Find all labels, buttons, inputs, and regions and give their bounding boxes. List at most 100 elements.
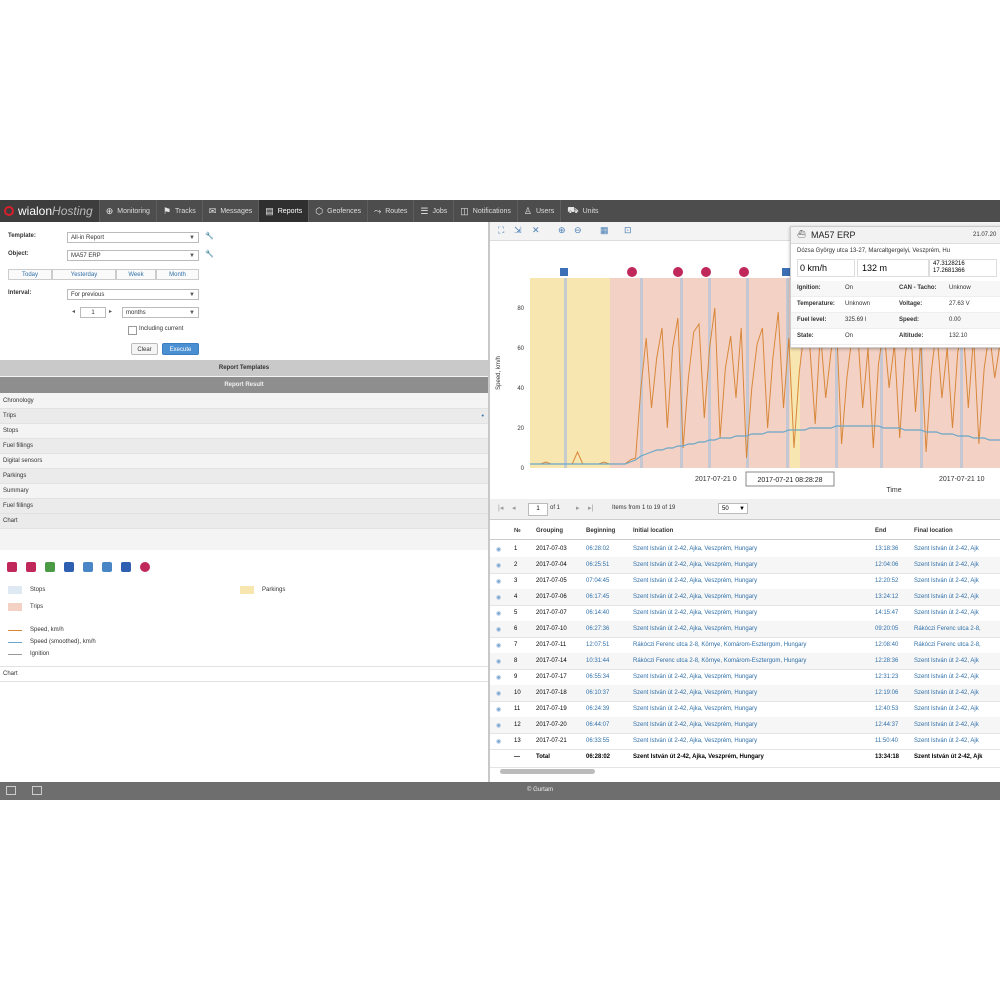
table-cell[interactable]: 06:24:39 [586, 706, 609, 712]
table-cell[interactable]: Szent István út 2-42, Ajka, Veszprém, Hu… [633, 722, 757, 728]
table-cell[interactable]: 12:28:36 [875, 658, 898, 664]
col-initial-location-header[interactable]: Initial location [633, 528, 673, 534]
nav-item-notifications[interactable]: ◫ Notifications [453, 200, 517, 222]
table-cell[interactable]: 06:55:34 [586, 674, 609, 680]
view-on-map-icon[interactable]: ◉ [496, 706, 501, 713]
increment-icon[interactable]: ▸ [109, 308, 112, 315]
first-page-icon[interactable]: |◂ [498, 504, 503, 512]
image-icon[interactable] [83, 562, 93, 572]
flag-icon[interactable] [64, 562, 74, 572]
table-row[interactable]: ◉ 13 2017-07-21 06:33:55 Szent István út 2-4… [490, 733, 1000, 750]
zoom-in-icon[interactable]: ⊕ [558, 225, 566, 236]
remove-icon[interactable] [140, 562, 150, 572]
table-cell[interactable]: 12:08:40 [875, 642, 898, 648]
table-row[interactable]: ◉ 5 2017-07-07 06:14:40 Szent István út 2-42… [490, 605, 1000, 622]
col-beginning-header[interactable]: Beginning [586, 528, 615, 534]
select-tool-icon[interactable]: ⛶ [498, 225, 504, 236]
table-row[interactable]: ◉ 10 2017-07-18 06:10:37 Szent István út 2-4… [490, 685, 1000, 702]
view-on-map-icon[interactable]: ◉ [496, 642, 501, 649]
horizontal-scrollbar[interactable] [500, 769, 595, 774]
table-cell[interactable]: Szent István út 2-42, Ajka, Veszprém, Hu… [633, 738, 757, 744]
col-final-location-header[interactable]: Final location [914, 528, 953, 534]
table-cell[interactable]: 06:25:51 [586, 562, 609, 568]
table-row[interactable]: ◉ 4 2017-07-06 06:17:45 Szent István út 2-42… [490, 589, 1000, 606]
layout-toggle-icon[interactable] [32, 786, 42, 795]
table-cell[interactable]: 12:44:37 [875, 722, 898, 728]
table-cell[interactable]: Szent István út 2-42, Ajka, Veszprém, Hu… [633, 690, 757, 696]
template-select[interactable]: All-in Report ▼ [67, 232, 199, 243]
table-cell[interactable]: 12:31:23 [875, 674, 898, 680]
wrench-icon[interactable]: 🔧 [205, 250, 214, 258]
table-row[interactable]: ◉ 1 2017-07-03 06:28:02 Szent István út 2-42… [490, 541, 1000, 558]
view-on-map-icon[interactable]: ◉ [496, 562, 501, 569]
table-cell[interactable]: Szent István út 2-42, Ajk [914, 658, 979, 664]
col-end-header[interactable]: End [875, 528, 886, 534]
table-row[interactable]: ◉ 8 2017-07-14 10:31:44 Rákóczi Ferenc utca … [490, 653, 1000, 670]
table-cell[interactable]: 12:07:51 [586, 642, 609, 648]
result-item[interactable]: Stops [0, 424, 488, 439]
table-cell[interactable]: 12:04:06 [875, 562, 898, 568]
nav-item-messages[interactable]: ✉ Messages [201, 200, 258, 222]
table-cell[interactable]: Rákóczi Ferenc utca 2-8, Környe, Komárom… [633, 642, 806, 648]
interval-unit-select[interactable]: months ▼ [122, 307, 199, 318]
table-cell[interactable]: 13:24:12 [875, 594, 898, 600]
table-cell[interactable]: 06:14:40 [586, 610, 609, 616]
nav-item-users[interactable]: ♙ Users [516, 200, 560, 222]
report-templates-header[interactable]: Report Templates [0, 360, 488, 376]
table-cell[interactable]: 12:40:53 [875, 706, 898, 712]
result-item[interactable]: Trips • [0, 409, 488, 424]
table-row[interactable]: ◉ 7 2017-07-11 12:07:51 Rákóczi Ferenc utca … [490, 637, 1000, 654]
period-week-button[interactable]: Week [116, 269, 156, 280]
table-cell[interactable]: Rákóczi Ferenc utca 2-8, [914, 626, 981, 632]
table-cell[interactable]: 10:31:44 [586, 658, 609, 664]
chart-tool-icon[interactable] [45, 562, 55, 572]
table-cell[interactable]: Szent István út 2-42, Ajka, Veszprém, Hu… [633, 578, 757, 584]
report-result-header[interactable]: Report Result [0, 377, 488, 393]
table-cell[interactable]: Szent István út 2-42, Ajka, Veszprém, Hu… [633, 562, 757, 568]
period-today-button[interactable]: Today [8, 269, 52, 280]
next-page-icon[interactable]: ▸ [576, 504, 580, 512]
table-cell[interactable]: Szent István út 2-42, Ajk [914, 562, 979, 568]
chart-tool-icon[interactable] [7, 562, 17, 572]
table-cell[interactable]: Szent István út 2-42, Ajk [914, 674, 979, 680]
view-on-map-icon[interactable]: ◉ [496, 738, 501, 745]
table-cell[interactable]: Szent István út 2-42, Ajk [914, 690, 979, 696]
table-row[interactable]: ◉ 9 2017-07-17 06:55:34 Szent István út 2-42… [490, 669, 1000, 686]
object-select[interactable]: MA57 ERP ▼ [67, 250, 199, 261]
nav-item-geofences[interactable]: ⬡ Geofences [308, 200, 367, 222]
pan-tool-icon[interactable]: ⇲ [514, 225, 522, 236]
result-item[interactable]: Summary [0, 484, 488, 499]
nav-item-reports[interactable]: ▤ Reports [258, 200, 309, 222]
table-cell[interactable]: 13:18:36 [875, 546, 898, 552]
chart-tool-icon[interactable] [102, 562, 112, 572]
view-on-map-icon[interactable]: ◉ [496, 722, 501, 729]
table-cell[interactable]: Szent István út 2-42, Ajka, Veszprém, Hu… [633, 546, 757, 552]
result-item[interactable]: Fuel fillings [0, 439, 488, 454]
per-page-select[interactable]: 50 ▼ [718, 503, 748, 514]
table-cell[interactable]: Rákóczi Ferenc utca 2-8, Környe, Komárom… [633, 658, 806, 664]
view-on-map-icon[interactable]: ◉ [496, 674, 501, 681]
reset-zoom-icon[interactable]: ✕ [532, 225, 540, 236]
view-on-map-icon[interactable]: ◉ [496, 594, 501, 601]
view-on-map-icon[interactable]: ◉ [496, 546, 501, 553]
table-cell[interactable]: 07:04:45 [586, 578, 609, 584]
wrench-icon[interactable]: 🔧 [205, 232, 214, 240]
page-icon[interactable] [121, 562, 131, 572]
view-on-map-icon[interactable]: ◉ [496, 690, 501, 697]
table-cell[interactable]: Szent István út 2-42, Ajka, Veszprém, Hu… [633, 594, 757, 600]
clear-button[interactable]: Clear [131, 343, 158, 355]
period-yesterday-button[interactable]: Yesterday [52, 269, 116, 280]
table-row[interactable]: ◉ 6 2017-07-10 06:27:36 Szent István út 2-42… [490, 621, 1000, 638]
table-cell[interactable]: Rákóczi Ferenc utca 2-8, [914, 642, 981, 648]
table-cell[interactable]: 12:20:52 [875, 578, 898, 584]
view-on-map-icon[interactable]: ◉ [496, 626, 501, 633]
table-cell[interactable]: Szent István út 2-42, Ajk [914, 706, 979, 712]
table-cell[interactable]: Szent István út 2-42, Ajka, Veszprém, Hu… [633, 674, 757, 680]
result-item[interactable]: Fuel fillings [0, 499, 488, 514]
table-cell[interactable]: 14:15:47 [875, 610, 898, 616]
period-month-button[interactable]: Month [156, 269, 199, 280]
table-cell[interactable]: Szent István út 2-42, Ajk [914, 594, 979, 600]
nav-item-tracks[interactable]: ⚑ Tracks [155, 200, 202, 222]
result-item[interactable]: Digital sensors [0, 454, 488, 469]
table-cell[interactable]: 06:10:37 [586, 690, 609, 696]
